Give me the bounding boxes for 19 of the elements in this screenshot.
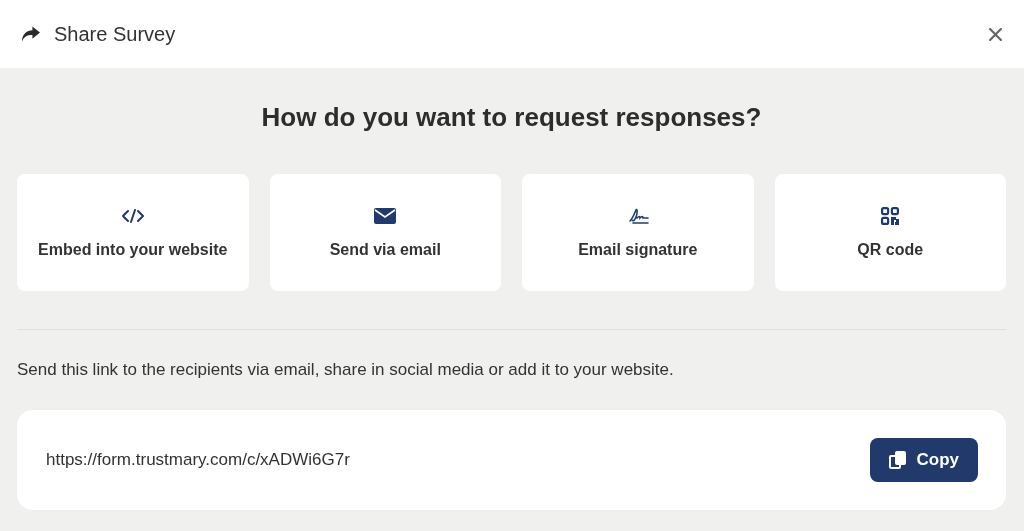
share-option-card[interactable]: Send via email (269, 174, 501, 291)
option-label: Send via email (329, 240, 441, 259)
share-option-card[interactable]: Email signature (522, 174, 754, 291)
option-label: Email signature (578, 240, 698, 259)
code-icon (121, 206, 144, 225)
heading: How do you want to request responses? (260, 101, 763, 134)
envelope-icon (374, 206, 397, 225)
option-label: QR code (857, 240, 924, 259)
copy-icon (888, 451, 907, 469)
close-icon[interactable] (989, 27, 1002, 41)
share-option-card[interactable]: QR code (774, 174, 1006, 291)
qr-code-icon (879, 206, 902, 225)
share-option-card[interactable]: Embed into your website (17, 174, 249, 291)
description: Send this link to the recipients via email, share in social media or add it to your website. (17, 360, 675, 380)
signature-icon (626, 206, 649, 225)
copy-button[interactable]: Copy (869, 438, 978, 482)
window-title: Share Survey (54, 22, 177, 46)
share-arrow-icon (21, 26, 40, 42)
option-label: Embed into your website (38, 240, 228, 259)
